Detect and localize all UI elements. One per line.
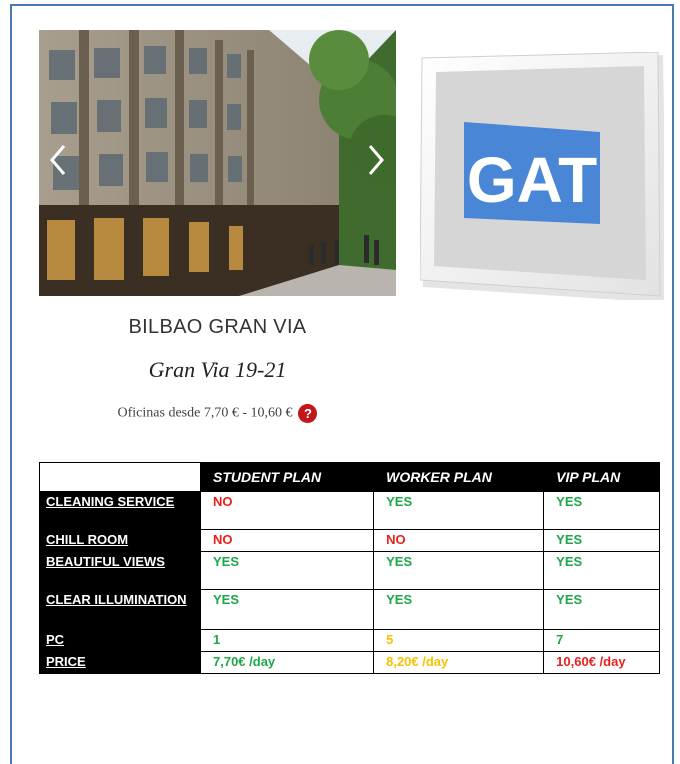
listing-title: BILBAO GRAN VIA bbox=[128, 316, 307, 338]
table-cell: YES bbox=[199, 551, 375, 590]
listing-price: Oficinas desde 7,70 € - 10,60 €? bbox=[39, 404, 396, 423]
row-label[interactable]: BEAUTIFUL VIEWS bbox=[39, 551, 201, 590]
help-icon[interactable]: ? bbox=[298, 404, 318, 423]
table-cell: YES bbox=[199, 589, 375, 630]
table-cell: YES bbox=[543, 589, 660, 630]
table-cell: NO bbox=[199, 491, 375, 530]
table-cell: 1 bbox=[199, 629, 375, 652]
column-header: WORKER PLAN bbox=[373, 462, 545, 492]
listing-address: Gran Via 19-21 bbox=[148, 357, 287, 382]
column-header: VIP PLAN bbox=[543, 462, 660, 492]
table-row: PRICE 7,70€ /day 8,20€ /day 10,60€ /day bbox=[39, 651, 660, 674]
building-photo bbox=[39, 30, 396, 296]
price-text: Oficinas desde 7,70 € - 10,60 € bbox=[117, 405, 293, 421]
table-cell: 8,20€ /day bbox=[373, 651, 545, 674]
table-row: CLEAR ILLUMINATION YES YES YES bbox=[39, 589, 660, 630]
row-label[interactable]: CHILL ROOM bbox=[39, 529, 201, 552]
table-cell: YES bbox=[373, 589, 545, 630]
previous-arrow-icon[interactable] bbox=[48, 142, 68, 178]
plans-table: STUDENT PLAN WORKER PLAN VIP PLAN CLEANI… bbox=[39, 462, 660, 674]
logo-text: GAT bbox=[467, 144, 597, 216]
row-label[interactable]: CLEANING SERVICE bbox=[39, 491, 201, 530]
table-row: PC 1 5 7 bbox=[39, 629, 660, 652]
gat-logo: GAT bbox=[420, 52, 664, 300]
row-label[interactable]: CLEAR ILLUMINATION bbox=[39, 589, 201, 630]
next-arrow-icon[interactable] bbox=[366, 142, 386, 178]
table-row: BEAUTIFUL VIEWS YES YES YES bbox=[39, 551, 660, 590]
table-cell: 7,70€ /day bbox=[199, 651, 375, 674]
table-cell: NO bbox=[199, 529, 375, 552]
table-cell: YES bbox=[543, 529, 660, 552]
table-cell: 10,60€ /day bbox=[543, 651, 660, 674]
table-cell: YES bbox=[373, 551, 545, 590]
table-row: CLEANING SERVICE NO YES YES bbox=[39, 491, 660, 530]
table-cell: 5 bbox=[373, 629, 545, 652]
table-cell: YES bbox=[373, 491, 545, 530]
row-label[interactable]: PC bbox=[39, 629, 201, 652]
table-cell: NO bbox=[373, 529, 545, 552]
table-cell: YES bbox=[543, 491, 660, 530]
table-cell: 7 bbox=[543, 629, 660, 652]
table-cell: YES bbox=[543, 551, 660, 590]
row-label[interactable]: PRICE bbox=[39, 651, 201, 674]
table-row: CHILL ROOM NO NO YES bbox=[39, 529, 660, 552]
column-header: STUDENT PLAN bbox=[199, 462, 375, 492]
table-corner-cell bbox=[39, 462, 201, 492]
table-header-row: STUDENT PLAN WORKER PLAN VIP PLAN bbox=[39, 462, 660, 492]
